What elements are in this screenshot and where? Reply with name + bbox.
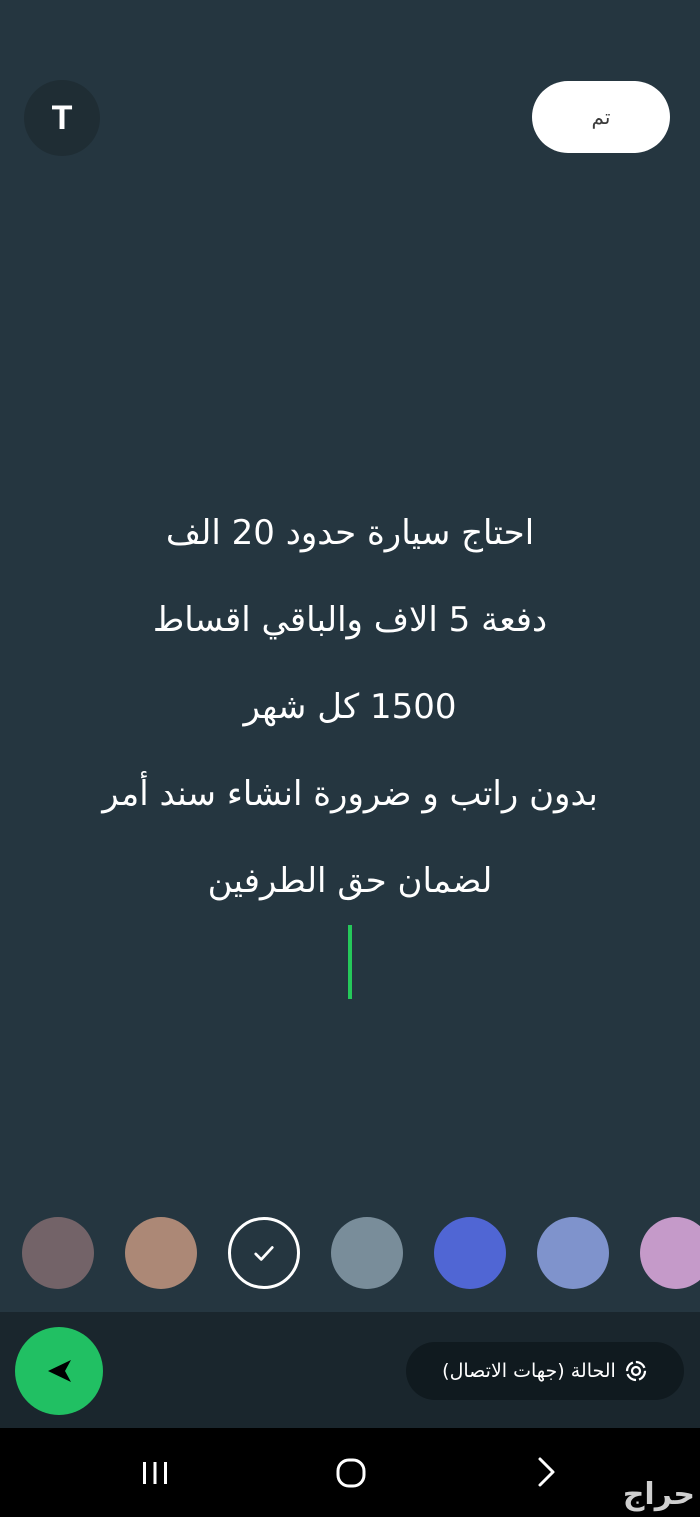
color-swatch-selected[interactable] [228,1217,300,1289]
color-swatch-slate-gray[interactable] [331,1217,403,1289]
color-swatch-orchid[interactable] [640,1217,700,1289]
done-button[interactable]: تم [532,81,670,153]
status-audience-label: الحالة (جهات الاتصال) [442,1360,616,1382]
recents-button[interactable] [130,1450,180,1496]
status-ring-icon [625,1360,646,1382]
status-text-line: بدون راتب و ضرورة انشاء سند أمر [102,774,598,814]
status-text-line: دفعة 5 الاف والباقي اقساط [152,600,548,640]
font-style-button[interactable]: T [24,80,100,156]
color-palette [0,1216,700,1292]
text-cursor [348,925,352,999]
send-icon [48,1360,71,1382]
status-canvas[interactable]: T تم احتاج سيارة حدود 20 الف دفعة 5 الاف… [0,0,700,1312]
color-swatch-mauve-gray[interactable] [22,1217,94,1289]
font-style-label: T [51,98,73,137]
status-text-input[interactable]: احتاج سيارة حدود 20 الف دفعة 5 الاف والب… [40,490,660,925]
done-button-label: تم [591,105,611,129]
status-text-line: احتاج سيارة حدود 20 الف [165,513,535,553]
status-text-line: 1500 كل شهر [243,687,457,727]
watermark-logo: حراج [622,1477,695,1512]
home-icon [336,1458,366,1488]
send-button[interactable] [15,1327,103,1415]
color-swatch-periwinkle[interactable] [537,1217,609,1289]
checkmark-icon [254,1246,274,1261]
status-text-line: لضمان حق الطرفين [207,861,493,901]
color-swatch-tan[interactable] [125,1217,197,1289]
home-button[interactable] [326,1450,376,1496]
bottom-bar: الحالة (جهات الاتصال) [0,1312,700,1428]
recents-icon [143,1462,167,1484]
status-audience-selector[interactable]: الحالة (جهات الاتصال) [406,1342,684,1400]
color-swatch-royal-blue[interactable] [434,1217,506,1289]
